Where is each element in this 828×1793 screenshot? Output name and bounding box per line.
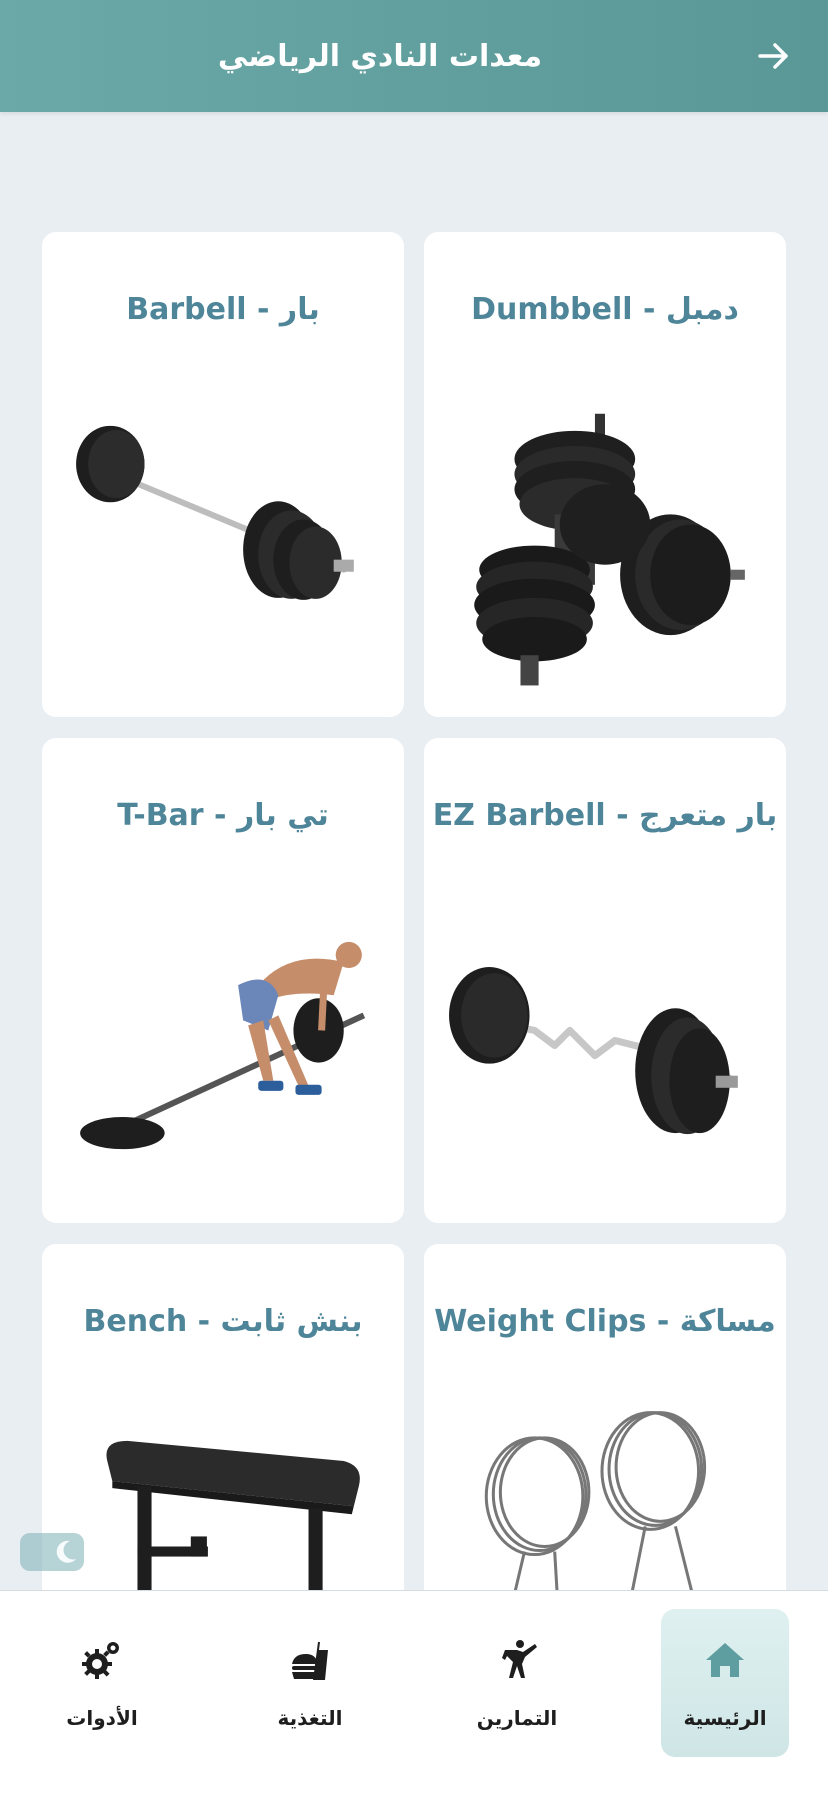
ez-barbell-image <box>444 878 766 1203</box>
martial-arts-icon <box>502 1640 537 1678</box>
home-icon <box>706 1643 744 1677</box>
dumbbell-image <box>444 372 766 697</box>
nav-item-home[interactable]: الرئيسية <box>661 1609 789 1757</box>
equipment-card-ez-barbell[interactable]: بار متعرج - EZ Barbell <box>424 738 786 1223</box>
card-title: دمبل - Dumbbell <box>471 292 739 327</box>
equipment-card-t-bar[interactable]: تي بار - T-Bar <box>42 738 404 1223</box>
equipment-card-barbell[interactable]: بار - Barbell <box>42 232 404 717</box>
moon-icon <box>56 1540 76 1563</box>
nav-item-exercises[interactable]: التمارين <box>453 1609 581 1757</box>
barbell-image <box>62 372 384 697</box>
card-title: بنش ثابت - Bench <box>83 1304 363 1339</box>
burger-drink-icon <box>292 1642 328 1680</box>
equipment-grid: دمبل - Dumbbell بار - Barbell بار متعرج … <box>0 0 828 1792</box>
nav-label: الأدوات <box>66 1706 138 1730</box>
nav-label: التغذية <box>277 1706 343 1730</box>
card-title: مساكة - Weight Clips <box>434 1304 776 1339</box>
nav-item-nutrition[interactable]: التغذية <box>246 1609 374 1757</box>
nav-item-tools[interactable]: الأدوات <box>38 1609 166 1757</box>
card-title: بار - Barbell <box>126 292 320 327</box>
nav-label: الرئيسية <box>683 1706 767 1730</box>
gear-tools-icon <box>82 1642 119 1679</box>
nav-label: التمارين <box>476 1706 558 1730</box>
card-title: تي بار - T-Bar <box>117 798 329 833</box>
card-title: بار متعرج - EZ Barbell <box>432 798 778 833</box>
equipment-card-dumbbell[interactable]: دمبل - Dumbbell <box>424 232 786 717</box>
t-bar-row-image <box>62 878 384 1203</box>
theme-toggle[interactable] <box>20 1533 84 1571</box>
bottom-navigation: الرئيسية التمارين التغذية الأدوات <box>0 1590 828 1793</box>
